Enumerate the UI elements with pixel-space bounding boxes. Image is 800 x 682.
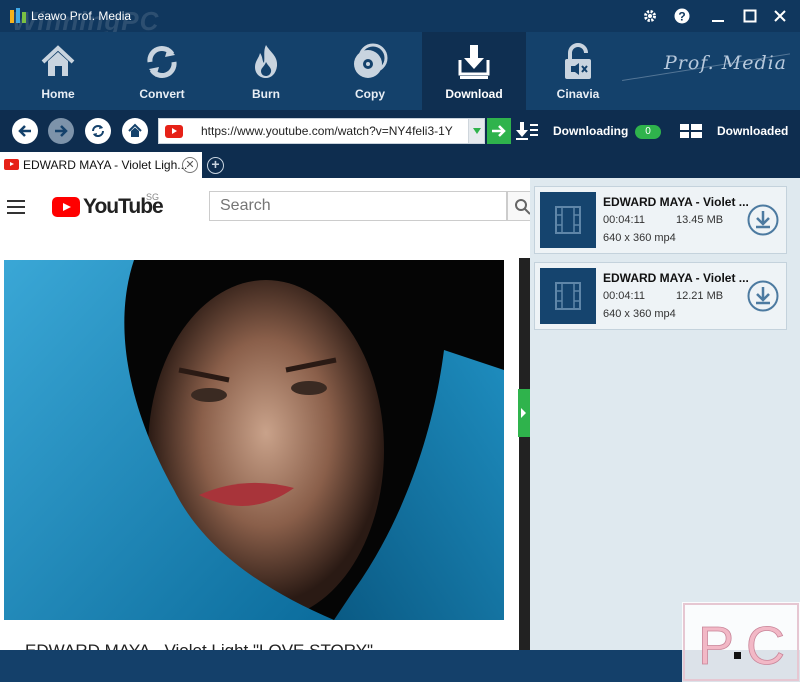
download-icon xyxy=(458,45,490,79)
download-size: 13.45 MB xyxy=(676,214,724,226)
app-title: Leawo Prof. Media xyxy=(31,9,132,23)
video-title: EDWARD MAYA - Violet Light "LOVE STORY" xyxy=(25,641,373,650)
video-thumbnail xyxy=(540,192,596,248)
collapse-panel-button[interactable] xyxy=(518,389,530,437)
web-page-view: YouTube SG Search xyxy=(0,178,530,650)
tab-cinavia[interactable]: Cinavia xyxy=(526,32,630,110)
browser-tab-title: EDWARD MAYA - Violet Ligh... xyxy=(23,158,188,172)
downloading-count-badge: 0 xyxy=(635,125,661,139)
tab-burn-label: Burn xyxy=(252,87,280,101)
home-icon xyxy=(128,123,142,137)
tab-copy[interactable]: Copy xyxy=(318,32,422,110)
film-icon xyxy=(555,282,581,310)
search-input[interactable] xyxy=(209,191,507,221)
tab-cinavia-label: Cinavia xyxy=(556,87,600,101)
tab-convert[interactable]: Convert xyxy=(110,32,214,110)
url-text: https://www.youtube.com/watch?v=NY4feli3… xyxy=(201,124,453,138)
arrow-right-icon xyxy=(55,125,68,137)
download-duration: 00:04:11 xyxy=(603,214,646,226)
home-nav-button[interactable] xyxy=(122,118,148,144)
youtube-header: YouTube SG xyxy=(0,178,530,236)
title-bar: WinningPC Leawo Prof. Media ? xyxy=(0,0,800,36)
video-thumbnail xyxy=(540,268,596,324)
settings-icon[interactable] xyxy=(640,6,660,26)
browser-tab-strip: EDWARD MAYA - Violet Ligh... ✕ + xyxy=(0,152,800,178)
tab-download-label: Download xyxy=(445,87,503,101)
arrow-left-icon xyxy=(18,125,31,137)
tab-home[interactable]: Home xyxy=(6,32,110,110)
downloading-label[interactable]: Downloading xyxy=(553,124,628,138)
refresh-button[interactable] xyxy=(85,118,111,144)
browser-tab[interactable]: EDWARD MAYA - Violet Ligh... ✕ xyxy=(0,152,202,178)
download-format: 640 x 360 mp4 xyxy=(603,232,676,244)
new-tab-icon[interactable]: + xyxy=(207,157,224,174)
burn-icon xyxy=(255,45,278,78)
cinavia-icon xyxy=(565,43,591,79)
minimize-icon[interactable] xyxy=(708,6,728,26)
youtube-logo-icon[interactable] xyxy=(52,197,80,217)
svg-text:?: ? xyxy=(678,10,685,24)
close-tab-icon[interactable]: ✕ xyxy=(182,157,198,173)
search-button[interactable] xyxy=(507,191,530,221)
tab-home-label: Home xyxy=(41,87,75,101)
svg-text:C: C xyxy=(746,616,785,676)
download-duration: 00:04:11 xyxy=(603,290,646,302)
back-button[interactable] xyxy=(12,118,38,144)
download-size: 12.21 MB xyxy=(676,290,724,302)
menu-icon[interactable] xyxy=(7,200,25,214)
refresh-icon xyxy=(92,125,104,137)
download-title: EDWARD MAYA - Violet ... xyxy=(603,195,749,209)
forward-button[interactable] xyxy=(48,118,74,144)
convert-icon xyxy=(147,46,177,78)
download-title: EDWARD MAYA - Violet ... xyxy=(603,271,749,285)
address-bar[interactable]: https://www.youtube.com/watch?v=NY4feli3… xyxy=(158,118,485,144)
video-player[interactable] xyxy=(4,260,504,620)
copy-icon xyxy=(354,43,388,78)
download-list-icon[interactable] xyxy=(515,121,539,141)
tab-download[interactable]: Download xyxy=(422,32,526,110)
help-icon[interactable]: ? xyxy=(672,6,692,26)
maximize-icon[interactable] xyxy=(740,6,760,26)
go-button[interactable] xyxy=(487,118,511,144)
youtube-region-label: SG xyxy=(146,192,160,202)
video-frame xyxy=(4,260,504,620)
svg-text:P: P xyxy=(698,616,734,676)
grid-view-icon[interactable] xyxy=(680,124,702,138)
tab-copy-label: Copy xyxy=(355,87,385,101)
tab-convert-label: Convert xyxy=(139,87,185,101)
pc-watermark-logo: P C xyxy=(682,602,800,682)
url-dropdown-button[interactable] xyxy=(468,119,484,143)
home-icon xyxy=(41,45,75,76)
search-icon xyxy=(515,199,530,215)
downloaded-label[interactable]: Downloaded xyxy=(717,124,788,138)
download-item[interactable]: EDWARD MAYA - Violet ... 00:04:11 12.21 … xyxy=(534,262,787,330)
film-icon xyxy=(555,206,581,234)
chevron-down-icon xyxy=(472,128,481,134)
app-logo-icon xyxy=(10,8,26,23)
tab-burn[interactable]: Burn xyxy=(214,32,318,110)
download-button-icon[interactable] xyxy=(747,280,779,312)
downloads-panel: EDWARD MAYA - Violet ... 00:04:11 13.45 … xyxy=(530,178,800,650)
close-icon[interactable] xyxy=(770,6,790,26)
main-ribbon: Home Convert Burn Copy Download Cinavia … xyxy=(0,32,800,120)
youtube-favicon-icon xyxy=(4,159,19,170)
status-bar xyxy=(0,650,800,682)
side-thumbnail-strip xyxy=(519,258,530,650)
youtube-favicon-icon xyxy=(165,125,183,138)
download-format: 640 x 360 mp4 xyxy=(603,308,676,320)
go-arrow-icon xyxy=(492,125,506,137)
download-item[interactable]: EDWARD MAYA - Violet ... 00:04:11 13.45 … xyxy=(534,186,787,254)
brand-text: Prof. Media xyxy=(664,52,788,74)
download-button-icon[interactable] xyxy=(747,204,779,236)
